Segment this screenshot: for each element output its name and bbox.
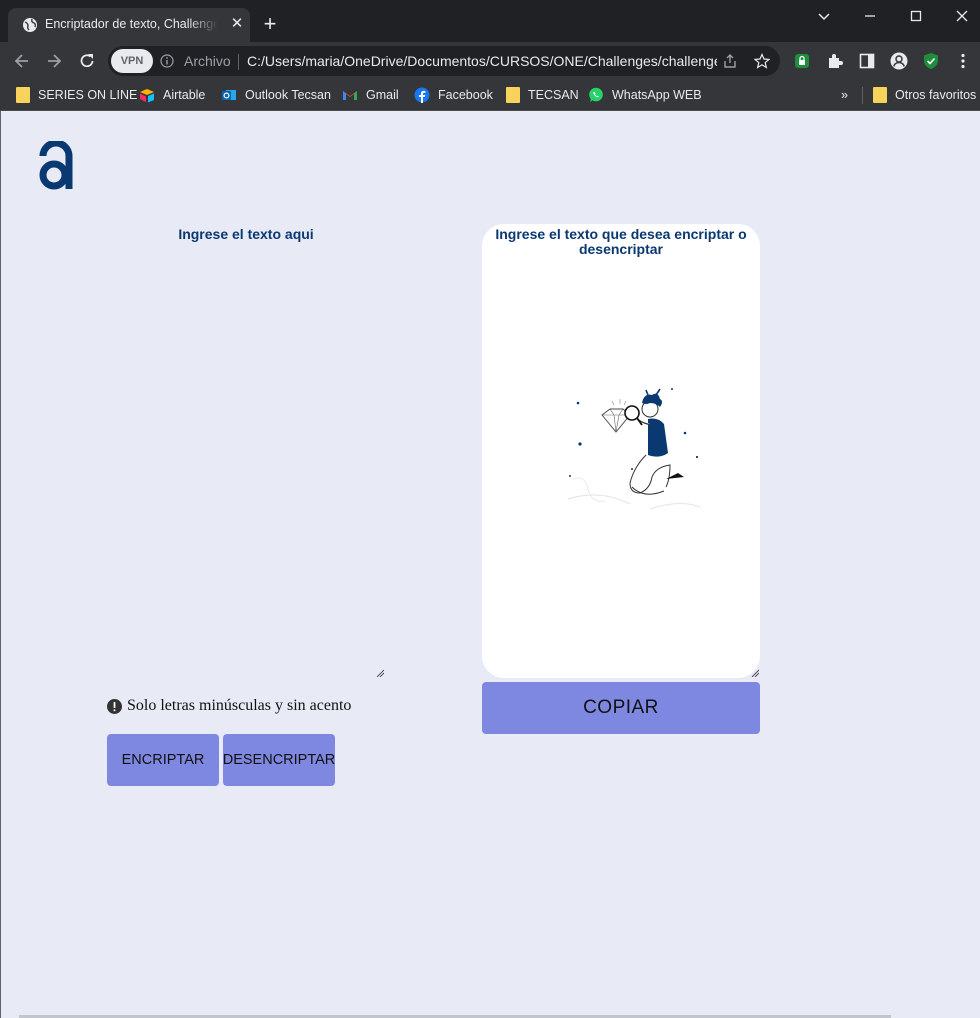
whatsapp-icon — [589, 87, 603, 102]
bookmarks-bar: SERIES ON LINE Airtable Outlook Tecsan G… — [0, 80, 980, 111]
folder-icon — [506, 87, 520, 103]
share-icon[interactable] — [722, 53, 738, 69]
output-panel[interactable]: Ingrese el texto que desea encriptar o d… — [482, 224, 760, 678]
info-icon[interactable] — [160, 54, 174, 68]
maximize-icon[interactable] — [906, 6, 926, 26]
new-tab-button[interactable]: + — [260, 13, 280, 35]
person-with-magnifier-illustration — [567, 388, 701, 510]
browser-tab[interactable]: Encriptador de texto, Challenge ONE ✕ — [8, 8, 250, 42]
bookmark-star-icon[interactable] — [754, 53, 770, 69]
close-tab-icon[interactable]: ✕ — [230, 16, 244, 31]
resize-grip-icon[interactable] — [751, 669, 759, 677]
resize-grip-icon[interactable] — [376, 669, 384, 677]
decrypt-button[interactable]: DESENCRIPTAR — [223, 734, 335, 786]
bookmark-whatsapp-web[interactable]: WhatsApp WEB — [588, 85, 702, 105]
close-window-icon[interactable] — [952, 6, 972, 26]
airtable-icon — [140, 89, 154, 103]
exclamation-icon — [107, 698, 122, 714]
shield-extension-icon[interactable] — [922, 52, 940, 70]
gmail-icon — [343, 91, 357, 100]
folder-icon — [873, 87, 887, 103]
globe-icon — [23, 18, 37, 32]
outlook-icon — [222, 90, 236, 100]
reload-icon[interactable] — [77, 51, 97, 71]
browser-toolbar: VPN Archivo C:/Users/maria/OneDrive/Docu… — [0, 42, 980, 80]
minimize-icon[interactable] — [860, 6, 880, 26]
folder-icon — [16, 87, 30, 103]
scheme-label: Archivo — [184, 53, 231, 69]
text-input[interactable] — [101, 223, 385, 678]
more-bookmarks-button[interactable]: » — [841, 85, 848, 105]
url-text[interactable]: C:/Users/maria/OneDrive/Documentos/CURSO… — [247, 53, 717, 69]
warning-text: Solo letras minúsculas y sin acento — [127, 697, 352, 714]
bookmark-tecsan[interactable]: TECSAN — [506, 85, 579, 105]
side-panel-icon[interactable] — [858, 52, 876, 70]
bookmark-other-favorites[interactable]: Otros favoritos — [873, 85, 976, 105]
alura-logo — [39, 141, 73, 190]
warning-message: Solo letras minúsculas y sin acento — [107, 697, 351, 715]
tab-strip: Encriptador de texto, Challenge ONE ✕ + — [0, 0, 980, 42]
menu-kebab-icon[interactable] — [954, 52, 972, 70]
tab-search-icon[interactable] — [814, 6, 834, 26]
vpn-badge[interactable]: VPN — [111, 49, 153, 73]
bookmark-facebook[interactable]: Facebook — [414, 85, 493, 105]
extensions-icon[interactable] — [826, 52, 844, 70]
facebook-icon — [414, 87, 430, 103]
encrypt-button[interactable]: ENCRIPTAR — [107, 734, 219, 786]
profile-avatar-icon[interactable] — [890, 52, 908, 70]
address-bar[interactable]: VPN Archivo C:/Users/maria/OneDrive/Docu… — [108, 46, 780, 76]
page-content: Ingrese el texto aqui Solo letras minúsc… — [0, 111, 980, 1018]
bookmark-airtable[interactable]: Airtable — [139, 85, 205, 105]
copy-button[interactable]: COPIAR — [482, 682, 760, 734]
forward-icon[interactable] — [44, 51, 64, 71]
back-icon[interactable] — [12, 51, 32, 71]
output-placeholder: Ingrese el texto que desea encriptar o d… — [495, 226, 747, 257]
bookmark-gmail[interactable]: Gmail — [342, 85, 399, 105]
bookmark-series-online[interactable]: SERIES ON LINE — [16, 85, 137, 105]
bookmark-outlook-tecsan[interactable]: Outlook Tecsan — [221, 85, 331, 105]
password-lock-icon[interactable] — [793, 52, 811, 70]
